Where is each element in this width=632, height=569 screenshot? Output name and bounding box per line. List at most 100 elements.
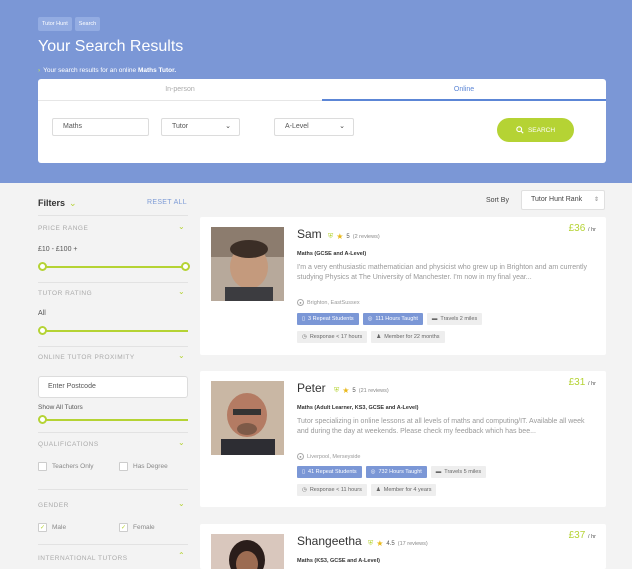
repeat-students-text: 41 Repeat Students	[308, 469, 357, 475]
divider	[38, 215, 188, 216]
verified-shield-icon: ⛨	[368, 539, 374, 547]
sort-by-label: Sort By	[486, 197, 509, 204]
location-pin-icon: ●	[297, 453, 304, 460]
has-degree-checkbox[interactable]: Has Degree	[119, 462, 168, 471]
search-button[interactable]: SEARCH	[497, 118, 574, 142]
chevron-down-icon[interactable]: ⌄	[178, 351, 185, 360]
subject-name: Maths	[297, 558, 313, 564]
price-value: £37	[568, 530, 586, 541]
tutor-name[interactable]: Sam	[297, 227, 322, 241]
price-max-handle[interactable]	[181, 262, 190, 271]
postcode-input[interactable]: Enter Postcode	[38, 376, 188, 398]
male-checkbox[interactable]: ✓ Male	[38, 523, 66, 532]
response-badge: ◷ Response < 11 hours	[297, 484, 367, 496]
chevron-down-icon[interactable]: ⌄	[178, 499, 185, 508]
tutor-bio: I'm a very enthusiastic mathematician an…	[297, 264, 588, 281]
postcode-placeholder: Enter Postcode	[48, 383, 96, 390]
tutor-photo[interactable]	[211, 227, 284, 301]
level-select[interactable]: A-Level ⌄	[274, 118, 354, 136]
response-badge: ◷ Response < 17 hours	[297, 331, 368, 343]
reset-all-link[interactable]: RESET ALL	[147, 199, 187, 206]
travels-badge: ▬ Travels 2 miles	[426, 313, 483, 325]
checkbox-box[interactable]	[119, 462, 128, 471]
rating-handle[interactable]	[38, 326, 47, 335]
price-range-slider[interactable]	[42, 266, 188, 268]
qualifications-label: QUALIFICATIONS	[38, 441, 99, 448]
price-min-handle[interactable]	[38, 262, 47, 271]
person-icon: ♟	[375, 487, 381, 493]
search-tabs: In-person Online	[38, 79, 606, 101]
clock-icon: ◷	[302, 487, 307, 493]
divider	[38, 544, 188, 545]
location-text: Brighton, EastSussex	[307, 299, 360, 306]
reviews-link[interactable]: (21 reviews)	[359, 388, 389, 394]
tab-online[interactable]: Online	[322, 79, 606, 101]
member-badge: ♟ Member for 22 months	[371, 331, 445, 343]
checkmark-icon[interactable]: ✓	[119, 523, 128, 532]
tutor-rating-label: TUTOR RATING	[38, 290, 93, 297]
tutor-rating: ⛨ ★ 4.5 (17 reviews)	[368, 539, 428, 548]
proximity-slider[interactable]	[42, 419, 188, 421]
divider	[38, 346, 188, 347]
subject-levels: (Adult Learner, KS3, GCSE and A-Level)	[314, 405, 419, 411]
tutor-photo[interactable]	[211, 534, 284, 569]
tutor-card[interactable]: Sam ⛨ ★ 5 (2 reviews) £36 / hr Maths (GC…	[200, 217, 606, 355]
check-circle-icon: ◎	[370, 469, 376, 475]
female-label: Female	[133, 524, 155, 531]
subject-input[interactable]: Maths	[52, 118, 149, 136]
tutor-stats-row-1: ▯ 3 Repeat Students ◎ 111 Hours Taught ▬ Tr…	[297, 313, 483, 325]
location-text: Liverpool, Merseyside	[307, 453, 361, 460]
tutor-name[interactable]: Shangeetha	[297, 534, 362, 548]
teachers-only-checkbox[interactable]: Teachers Only	[38, 462, 94, 471]
chevron-down-icon[interactable]: ⌄	[178, 222, 185, 231]
gender-label: GENDER	[38, 502, 69, 509]
tutor-rating-slider[interactable]	[42, 330, 188, 332]
tutor-photo[interactable]	[211, 381, 284, 455]
reviews-link[interactable]: (2 reviews)	[353, 234, 380, 240]
rating-value: 5	[352, 387, 356, 394]
chevron-down-icon: ⌄	[69, 198, 77, 208]
checkmark-icon[interactable]: ✓	[38, 523, 47, 532]
chevron-up-icon[interactable]: ⌃	[178, 551, 185, 560]
travels-badge: ▬ Travels 5 miles	[430, 466, 487, 478]
proximity-handle[interactable]	[38, 415, 47, 424]
chevron-down-icon[interactable]: ⌄	[178, 438, 185, 447]
chevron-down-icon[interactable]: ⌄	[178, 287, 185, 296]
female-checkbox[interactable]: ✓ Female	[119, 523, 155, 532]
tutor-photo-image	[211, 227, 284, 301]
tutor-photo-image	[211, 534, 284, 569]
tutor-card[interactable]: Shangeetha ⛨ ★ 4.5 (17 reviews) £37 / hr…	[200, 524, 606, 569]
tutor-location: ● Liverpool, Merseyside	[297, 453, 361, 460]
rating-value: 4.5	[386, 540, 395, 547]
subject-levels: (KS3, GCSE and A-Level)	[314, 558, 380, 564]
member-text: Member for 4 years	[383, 487, 432, 493]
tutor-stats-row-2: ◷ Response < 17 hours ♟ Member for 22 mont…	[297, 331, 445, 343]
hours-taught-text: 111 Hours Taught	[375, 316, 418, 322]
breadcrumb-tutor-hunt[interactable]: Tutor Hunt	[38, 17, 72, 31]
show-all-tutors-label: Show All Tutors	[38, 404, 83, 411]
tutor-stats-row-1: ▯ 41 Repeat Students ◎ 732 Hours Taught ▬ T…	[297, 466, 487, 478]
teachers-only-label: Teachers Only	[52, 463, 94, 470]
tutor-type-select[interactable]: Tutor ⌄	[161, 118, 240, 136]
subject-name: Maths	[297, 251, 313, 257]
price-range-value: £10 - £100 +	[38, 246, 78, 253]
subject-name: Maths	[297, 405, 313, 411]
tutor-card[interactable]: Peter ⛨ ★ 5 (21 reviews) £31 / hr Maths …	[200, 371, 606, 507]
star-icon: ★	[342, 386, 350, 395]
tutor-rating: ⛨ ★ 5 (21 reviews)	[334, 386, 389, 395]
tutor-bio: Tutor specializing in online lessons at …	[297, 418, 585, 435]
verified-shield-icon: ⛨	[328, 232, 334, 240]
repeat-students-badge: ▯ 41 Repeat Students	[297, 466, 362, 478]
filters-toggle[interactable]: Filters ⌄	[38, 198, 77, 209]
chevron-right-icon: ›	[38, 67, 41, 74]
tutor-name[interactable]: Peter	[297, 381, 326, 395]
checkbox-box[interactable]	[38, 462, 47, 471]
page-subtitle: › Your search results for an online Maths…	[38, 67, 176, 74]
reviews-link[interactable]: (17 reviews)	[398, 541, 428, 547]
tutor-price: £31 / hr	[569, 377, 596, 388]
document-icon: ▯	[302, 316, 306, 322]
hero-banner: Tutor Hunt Search Your Search Results › Y…	[0, 0, 632, 183]
breadcrumb-search[interactable]: Search	[74, 17, 101, 31]
sort-select[interactable]: Tutor Hunt Rank ⇕	[521, 190, 605, 210]
tab-in-person[interactable]: In-person	[38, 79, 322, 101]
